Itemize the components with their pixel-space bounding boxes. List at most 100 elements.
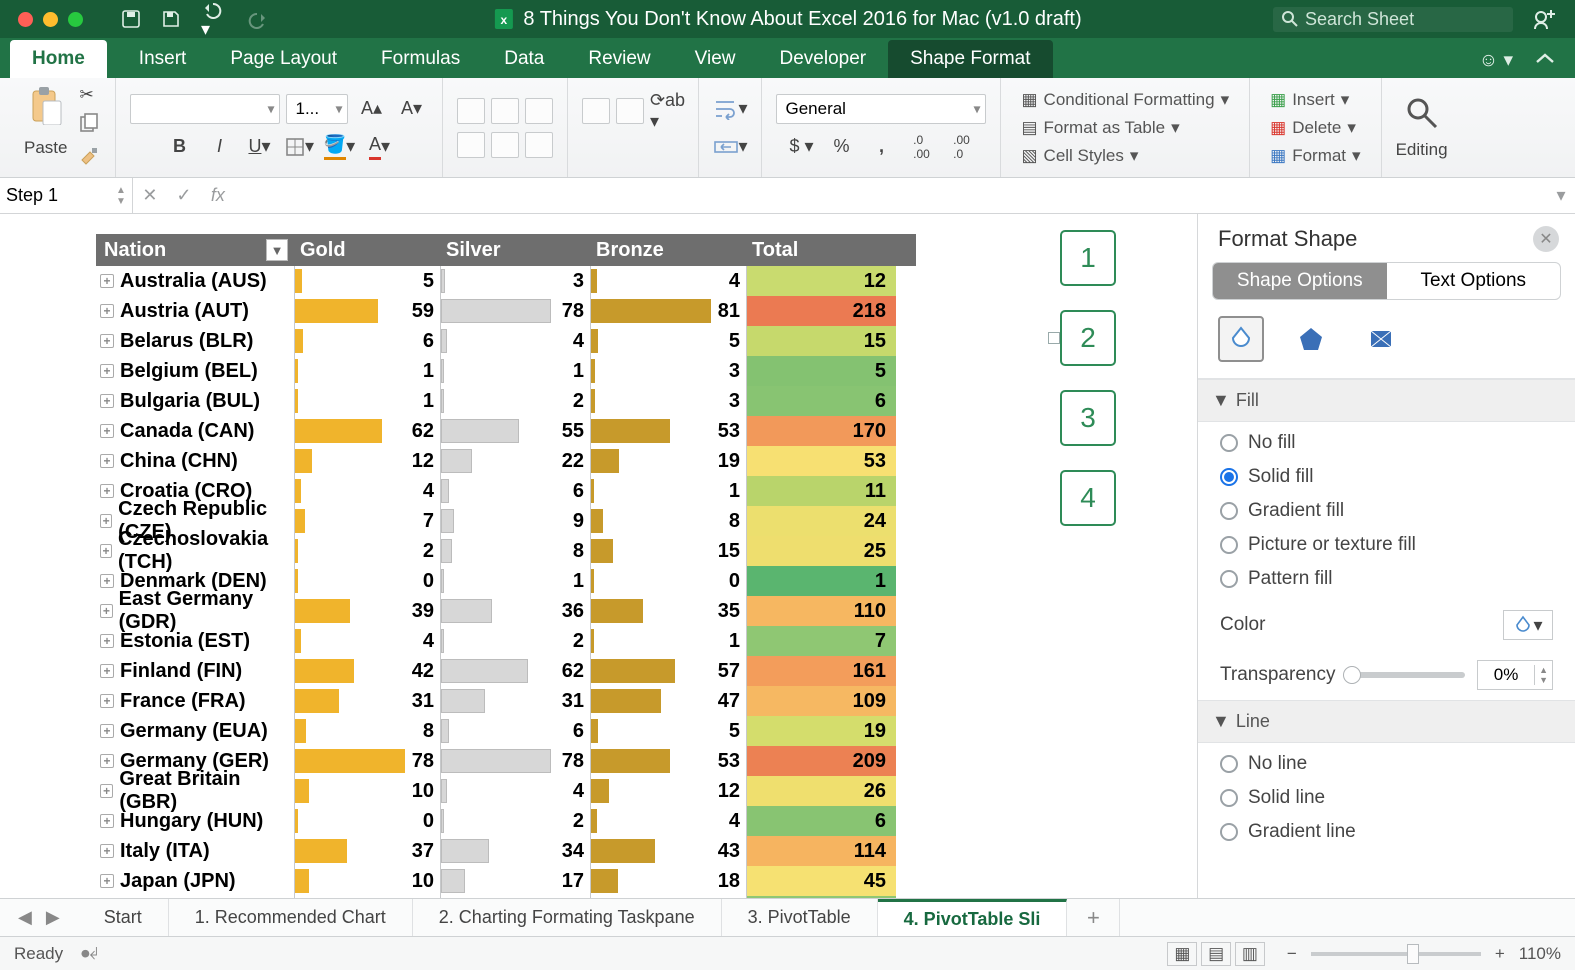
cell-gold[interactable]: 42 <box>294 656 440 686</box>
cell-nation[interactable]: +Japan (JPN) <box>96 870 294 893</box>
font-size-select[interactable] <box>286 94 348 124</box>
cell-nation[interactable]: +Hungary (HUN) <box>96 810 294 833</box>
merge-center-icon[interactable]: ▾ <box>713 132 747 162</box>
search-input[interactable] <box>1305 9 1505 30</box>
cell-bronze[interactable]: 47 <box>590 686 746 716</box>
align-left-icon[interactable] <box>457 132 485 158</box>
tab-shape-options[interactable]: Shape Options <box>1213 263 1387 299</box>
cell-styles-button[interactable]: ▧Cell Styles ▾ <box>1015 142 1144 170</box>
cell-gold[interactable]: 59 <box>294 296 440 326</box>
align-top-icon[interactable] <box>457 98 485 124</box>
expand-icon[interactable]: + <box>100 874 114 888</box>
cell-bronze[interactable]: 35 <box>590 596 746 626</box>
cell-total[interactable]: 6 <box>746 806 896 836</box>
align-bottom-icon[interactable] <box>525 98 553 124</box>
cell-nation[interactable]: +Belarus (BLR) <box>96 330 294 353</box>
cell-gold[interactable]: 0 <box>294 806 440 836</box>
section-fill-header[interactable]: ▼ Fill <box>1198 379 1575 422</box>
table-row[interactable]: +Kazakhstan (KAZ)1337 <box>96 896 916 898</box>
cell-silver[interactable]: 78 <box>440 296 590 326</box>
table-row[interactable]: +Austria (AUT)597881218 <box>96 296 916 326</box>
expand-icon[interactable]: + <box>100 814 114 828</box>
table-row[interactable]: +Belgium (BEL)1135 <box>96 356 916 386</box>
expand-icon[interactable]: + <box>100 544 112 558</box>
table-row[interactable]: +Italy (ITA)373443114 <box>96 836 916 866</box>
cell-gold[interactable]: 78 <box>294 746 440 776</box>
cell-gold[interactable]: 1 <box>294 386 440 416</box>
table-row[interactable]: +Czechoslovakia (TCH)281525 <box>96 536 916 566</box>
borders-button[interactable]: ▾ <box>282 132 316 162</box>
cell-bronze[interactable]: 1 <box>590 626 746 656</box>
table-row[interactable]: +Estonia (EST)4217 <box>96 626 916 656</box>
cell-bronze[interactable]: 4 <box>590 806 746 836</box>
cell-gold[interactable]: 8 <box>294 716 440 746</box>
cell-gold[interactable]: 10 <box>294 866 440 896</box>
header-silver[interactable]: Silver <box>440 239 590 262</box>
expand-icon[interactable]: + <box>100 604 113 618</box>
cell-bronze[interactable]: 53 <box>590 416 746 446</box>
cell-gold[interactable]: 39 <box>294 596 440 626</box>
cell-nation[interactable]: +Germany (EUA) <box>96 720 294 743</box>
table-row[interactable]: +Great Britain (GBR)1041226 <box>96 776 916 806</box>
cell-silver[interactable]: 1 <box>440 356 590 386</box>
filter-icon[interactable]: ▼ <box>266 239 288 261</box>
zoom-out-icon[interactable]: − <box>1287 944 1297 964</box>
expand-icon[interactable]: + <box>100 664 114 678</box>
cell-nation[interactable]: +Canada (CAN) <box>96 420 294 443</box>
formula-input[interactable] <box>235 185 1547 206</box>
window-close-button[interactable] <box>18 12 33 27</box>
expand-icon[interactable]: + <box>100 634 114 648</box>
orientation-icon[interactable]: ⟳ab ▾ <box>650 96 684 126</box>
tab-shape-format[interactable]: Shape Format <box>888 40 1052 78</box>
cell-nation[interactable]: +East Germany (GDR) <box>96 588 294 634</box>
expand-icon[interactable]: + <box>100 694 114 708</box>
tab-page-layout[interactable]: Page Layout <box>208 40 359 78</box>
cell-silver[interactable]: 22 <box>440 446 590 476</box>
fill-solid[interactable]: Solid fill <box>1220 466 1553 488</box>
expand-icon[interactable]: + <box>100 724 114 738</box>
cell-total[interactable]: 209 <box>746 746 896 776</box>
decrease-indent-icon[interactable] <box>582 98 610 124</box>
copy-icon[interactable] <box>79 113 101 138</box>
fill-picture[interactable]: Picture or texture fill <box>1220 534 1553 556</box>
view-normal-icon[interactable]: ▦ <box>1167 942 1197 966</box>
cell-silver[interactable]: 34 <box>440 836 590 866</box>
formula-expand-icon[interactable]: ▾ <box>1547 185 1575 206</box>
expand-icon[interactable]: + <box>100 784 113 798</box>
section-line-header[interactable]: ▼ Line <box>1198 700 1575 743</box>
cell-gold[interactable]: 10 <box>294 776 440 806</box>
cell-total[interactable]: 26 <box>746 776 896 806</box>
cell-gold[interactable]: 31 <box>294 686 440 716</box>
delete-cells-button[interactable]: ▦Delete ▾ <box>1264 114 1362 142</box>
cell-silver[interactable]: 8 <box>440 536 590 566</box>
cell-nation[interactable]: +Great Britain (GBR) <box>96 768 294 814</box>
cell-total[interactable]: 114 <box>746 836 896 866</box>
sheet-tab-4[interactable]: 4. PivotTable Sli <box>878 899 1068 936</box>
cell-total[interactable]: 1 <box>746 566 896 596</box>
cell-silver[interactable]: 6 <box>440 476 590 506</box>
cell-bronze[interactable]: 3 <box>590 896 746 898</box>
expand-icon[interactable]: + <box>100 274 114 288</box>
line-solid[interactable]: Solid line <box>1220 787 1553 809</box>
expand-icon[interactable]: + <box>100 514 112 528</box>
cell-gold[interactable]: 1 <box>294 356 440 386</box>
cell-nation[interactable]: +Italy (ITA) <box>96 840 294 863</box>
increase-font-icon[interactable]: A▴ <box>354 94 388 124</box>
cell-silver[interactable]: 6 <box>440 716 590 746</box>
tab-view[interactable]: View <box>673 40 758 78</box>
align-center-icon[interactable] <box>491 132 519 158</box>
tab-review[interactable]: Review <box>566 40 672 78</box>
cell-total[interactable]: 5 <box>746 356 896 386</box>
sheet-tab-3[interactable]: 3. PivotTable <box>722 899 878 936</box>
cancel-edit-icon[interactable]: ✕ <box>133 185 167 206</box>
view-page-layout-icon[interactable]: ▤ <box>1201 942 1231 966</box>
tab-developer[interactable]: Developer <box>758 40 889 78</box>
zoom-in-icon[interactable]: + <box>1495 944 1505 964</box>
cell-total[interactable]: 161 <box>746 656 896 686</box>
tab-home[interactable]: Home <box>10 40 107 78</box>
expand-icon[interactable]: + <box>100 364 114 378</box>
cell-nation[interactable]: +Estonia (EST) <box>96 630 294 653</box>
cell-bronze[interactable]: 18 <box>590 866 746 896</box>
sheet-tab-1[interactable]: 1. Recommended Chart <box>169 899 413 936</box>
cell-gold[interactable]: 4 <box>294 626 440 656</box>
